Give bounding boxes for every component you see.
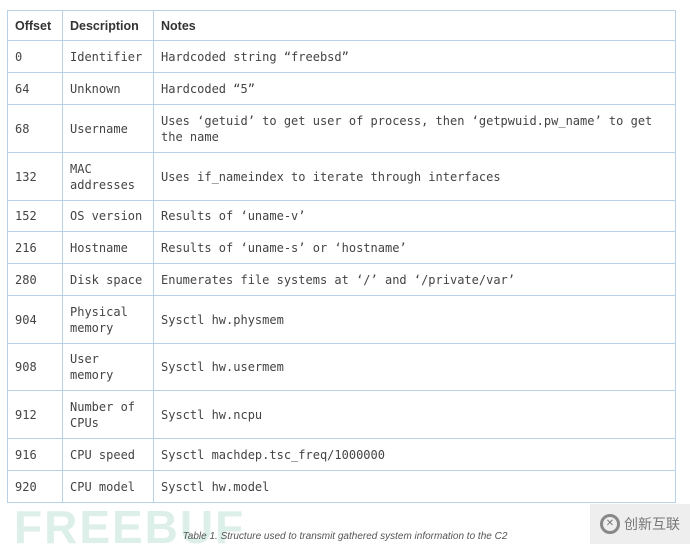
table-row: 68 Username Uses ‘getuid’ to get user of p… bbox=[7, 104, 676, 153]
logo-text: 创新互联 bbox=[624, 517, 680, 533]
offset-cell: 916 bbox=[7, 438, 63, 471]
table-row: 152 OS version Results of ‘uname-v’ bbox=[7, 200, 676, 232]
offset-cell: 920 bbox=[7, 470, 63, 503]
description-cell: User memory bbox=[62, 343, 154, 391]
description-cell: Physical memory bbox=[62, 295, 154, 344]
table-row: 904 Physical memory Sysctl hw.physmem bbox=[7, 295, 676, 344]
table-row: 0 Identifier Hardcoded string “freebsd” bbox=[7, 40, 676, 73]
freebuf-watermark: FREEBUF bbox=[14, 501, 246, 553]
header-offset: Offset bbox=[7, 10, 63, 41]
offset-cell: 0 bbox=[7, 40, 63, 73]
table-row: 908 User memory Sysctl hw.usermem bbox=[7, 343, 676, 391]
notes-cell: Sysctl hw.usermem bbox=[153, 343, 676, 391]
notes-cell: Uses if_nameindex to iterate through int… bbox=[153, 152, 676, 201]
notes-cell: Hardcoded string “freebsd” bbox=[153, 40, 676, 73]
notes-cell: Enumerates file systems at ‘/’ and ‘/pri… bbox=[153, 263, 676, 296]
table-row: 216 Hostname Results of ‘uname-s’ or ‘host… bbox=[7, 231, 676, 264]
notes-cell: Uses ‘getuid’ to get user of process, th… bbox=[153, 104, 676, 153]
table-row: 912 Number of CPUs Sysctl hw.ncpu bbox=[7, 390, 676, 439]
description-cell: Unknown bbox=[62, 72, 154, 105]
offset-cell: 912 bbox=[7, 390, 63, 439]
offset-cell: 132 bbox=[7, 152, 63, 201]
notes-cell: Hardcoded “5” bbox=[153, 72, 676, 105]
notes-cell: Results of ‘uname-v’ bbox=[153, 200, 676, 232]
notes-cell: Results of ‘uname-s’ or ‘hostname’ bbox=[153, 231, 676, 264]
offset-cell: 64 bbox=[7, 72, 63, 105]
table-row: 916 CPU speed Sysctl machdep.tsc_freq/1000… bbox=[7, 438, 676, 471]
offset-cell: 68 bbox=[7, 104, 63, 153]
notes-cell: Sysctl hw.physmem bbox=[153, 295, 676, 344]
description-cell: Disk space bbox=[62, 263, 154, 296]
structure-table: Offset Description Notes 0 Identifier Hard… bbox=[7, 10, 676, 503]
description-cell: CPU model bbox=[62, 470, 154, 503]
table-row: 132 MAC addresses Uses if_nameindex to ite… bbox=[7, 152, 676, 201]
logo-icon: ✕ bbox=[600, 514, 620, 534]
notes-cell: Sysctl hw.model bbox=[153, 470, 676, 503]
header-description: Description bbox=[62, 10, 154, 41]
table-caption: Table 1. Structure used to transmit gath… bbox=[182, 531, 508, 542]
description-cell: Hostname bbox=[62, 231, 154, 264]
description-cell: CPU speed bbox=[62, 438, 154, 471]
table-row: 280 Disk space Enumerates file systems at … bbox=[7, 263, 676, 296]
description-cell: Username bbox=[62, 104, 154, 153]
offset-cell: 280 bbox=[7, 263, 63, 296]
table-row: 64 Unknown Hardcoded “5” bbox=[7, 72, 676, 105]
notes-cell: Sysctl hw.ncpu bbox=[153, 390, 676, 439]
offset-cell: 152 bbox=[7, 200, 63, 232]
offset-cell: 216 bbox=[7, 231, 63, 264]
logo: ✕ 创新互联 bbox=[590, 504, 690, 544]
header-notes: Notes bbox=[153, 10, 676, 41]
description-cell: OS version bbox=[62, 200, 154, 232]
offset-cell: 904 bbox=[7, 295, 63, 344]
description-cell: Number of CPUs bbox=[62, 390, 154, 439]
offset-cell: 908 bbox=[7, 343, 63, 391]
table-row: 920 CPU model Sysctl hw.model bbox=[7, 470, 676, 503]
notes-cell: Sysctl machdep.tsc_freq/1000000 bbox=[153, 438, 676, 471]
description-cell: MAC addresses bbox=[62, 152, 154, 201]
description-cell: Identifier bbox=[62, 40, 154, 73]
